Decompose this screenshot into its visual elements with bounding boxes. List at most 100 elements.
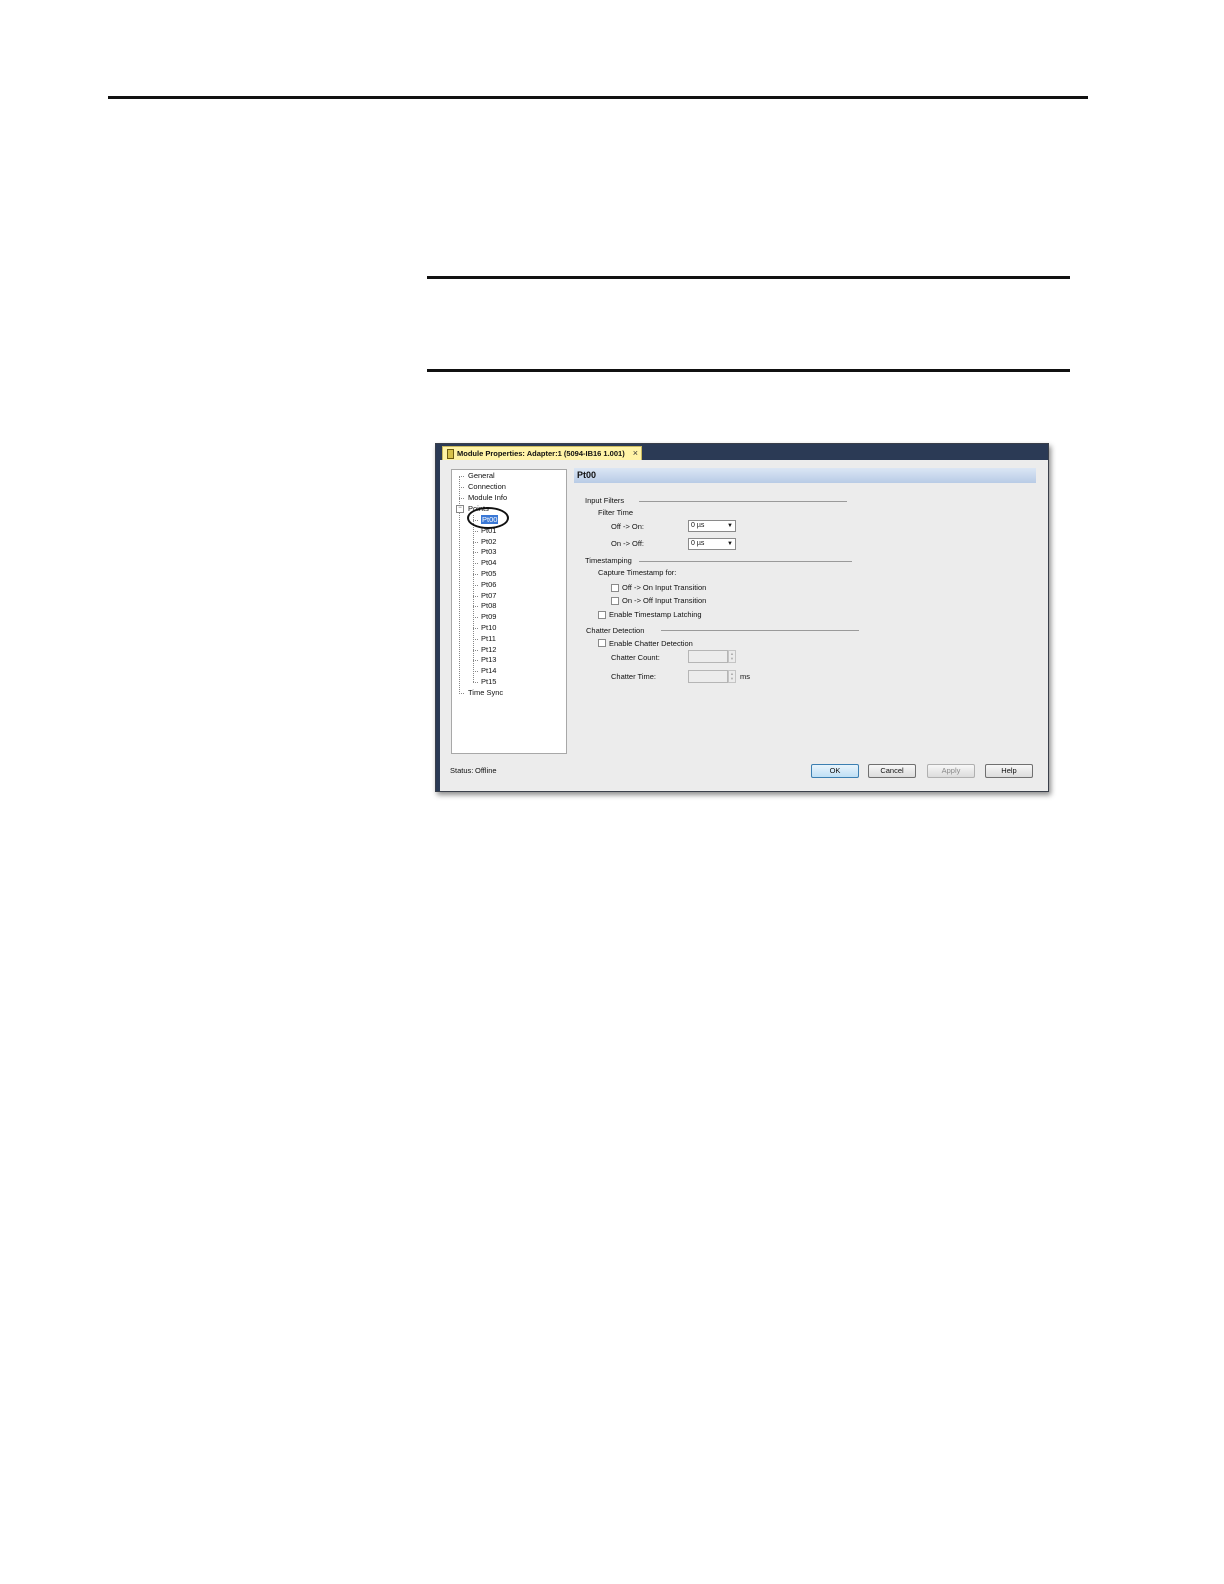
tree-connector — [473, 682, 478, 683]
group-divider — [639, 561, 852, 562]
tree-item-point-label: Pt04 — [481, 558, 497, 568]
chatter-time-label: Chatter Time: — [611, 672, 657, 681]
dropdown-arrow-icon: ▼ — [727, 541, 733, 547]
chatter-detection-checkbox[interactable] — [598, 639, 606, 647]
tree-connector — [459, 487, 464, 488]
tree-connector — [473, 606, 478, 608]
close-icon[interactable]: × — [633, 447, 638, 460]
tree-item-point-label: Pt12 — [481, 644, 497, 654]
tree-connector — [473, 671, 478, 673]
tree-item-point[interactable]: Pt13 — [481, 655, 496, 665]
dropdown-arrow-icon: ▼ — [727, 523, 733, 529]
on-off-transition-label: On -> Off Input Transition — [622, 596, 707, 605]
tree-connector — [473, 595, 478, 597]
tree-connector — [473, 617, 478, 619]
apply-button[interactable]: Apply — [927, 764, 975, 778]
chatter-count-label: Chatter Count: — [611, 653, 660, 662]
note-top-rule — [427, 276, 1070, 279]
tree-item-point-label: Pt05 — [481, 569, 497, 578]
tree-connector — [459, 476, 464, 477]
group-divider — [661, 630, 859, 631]
tree-connector — [473, 574, 478, 575]
off-on-transition-checkbox[interactable] — [611, 584, 619, 592]
dialog-tab[interactable]: Module Properties: Adapter:1 (5094-IB16 … — [442, 446, 642, 460]
module-icon — [447, 449, 454, 459]
dialog-titlebar: Module Properties: Adapter:1 (5094-IB16 … — [436, 444, 1048, 460]
on-off-filter-value: 0 µs — [691, 540, 705, 547]
tree-item-point[interactable]: Pt03 — [481, 547, 496, 557]
tree-item-point[interactable]: Pt04 — [481, 558, 496, 568]
input-filters-group-label: Input Filters — [585, 496, 625, 505]
off-on-transition-label: Off -> On Input Transition — [622, 583, 707, 592]
tree-item-point-label: Pt13 — [481, 655, 497, 665]
tree-connector — [473, 530, 478, 532]
tree-item-point-label: Pt09 — [481, 612, 497, 622]
page-top-rule — [108, 96, 1088, 99]
tree-item-module-info[interactable]: Module Info — [468, 493, 507, 503]
tree-item-point-label: Pt08 — [481, 601, 497, 611]
on-off-filter-select[interactable]: 0 µs ▼ — [688, 538, 736, 550]
tree-item-point[interactable]: Pt15 — [481, 677, 496, 687]
tree-connector — [473, 628, 478, 629]
tree-item-point-label: Pt06 — [481, 579, 497, 589]
chatter-detection-label: Enable Chatter Detection — [609, 639, 693, 648]
chatter-time-input[interactable] — [688, 670, 728, 683]
module-properties-dialog: Module Properties: Adapter:1 (5094-IB16 … — [435, 443, 1049, 792]
dialog-left-edge — [436, 460, 440, 791]
tree-item-time-sync[interactable]: Time Sync — [468, 688, 503, 698]
tree-item-connection[interactable]: Connection — [468, 482, 506, 492]
tree-item-point-label: Pt15 — [481, 677, 497, 686]
tree-connector — [473, 584, 478, 586]
tree-item-point-label: Pt03 — [481, 547, 497, 557]
chatter-count-stepper[interactable]: ▲ ▼ — [728, 650, 736, 663]
off-on-filter-select[interactable]: 0 µs ▼ — [688, 520, 736, 532]
filter-time-label: Filter Time — [598, 508, 634, 517]
tree-item-point[interactable]: Pt02 — [481, 537, 496, 547]
note-bottom-rule — [427, 369, 1070, 372]
tree-connector — [459, 498, 464, 499]
chatter-time-unit: ms — [740, 672, 750, 681]
tree-item-point[interactable]: Pt09 — [481, 612, 496, 622]
tree-item-point-label: Pt02 — [481, 536, 497, 546]
chatter-group-label: Chatter Detection — [586, 626, 645, 635]
timestamp-latching-checkbox[interactable] — [598, 611, 606, 619]
chatter-time-stepper[interactable]: ▲ ▼ — [728, 670, 736, 683]
collapse-icon[interactable]: − — [456, 505, 464, 513]
tree-connector — [473, 541, 478, 543]
tree-item-point[interactable]: Pt14 — [481, 666, 496, 676]
timestamp-latching-label: Enable Timestamp Latching — [609, 610, 702, 619]
cancel-button[interactable]: Cancel — [868, 764, 916, 778]
tree-item-point[interactable]: Pt10 — [481, 623, 496, 633]
tree-connector — [459, 693, 464, 694]
status-value: Offline — [475, 766, 497, 775]
tree-points-line — [473, 515, 474, 682]
capture-timestamp-label: Capture Timestamp for: — [598, 568, 677, 577]
chatter-count-input[interactable] — [688, 650, 728, 663]
ok-button[interactable]: OK — [811, 764, 859, 778]
tree-item-point-label: Pt14 — [481, 666, 497, 676]
off-on-filter-label: Off -> On: — [611, 522, 644, 531]
on-off-transition-checkbox[interactable] — [611, 597, 619, 605]
tree-item-point[interactable]: Pt12 — [481, 645, 496, 655]
group-divider — [639, 501, 847, 502]
tree-item-point-label: Pt11 — [481, 633, 496, 643]
tree-item-point[interactable]: Pt08 — [481, 601, 496, 611]
tree-item-point-label: Pt07 — [481, 590, 497, 600]
off-on-filter-value: 0 µs — [691, 522, 705, 529]
tree-item-point-label: Pt10 — [481, 623, 497, 632]
page-title: Pt00 — [574, 468, 1036, 483]
timestamping-group-label: Timestamping — [585, 556, 632, 565]
tree-item-point[interactable]: Pt06 — [481, 580, 496, 590]
tree-item-point[interactable]: Pt11 — [481, 634, 496, 644]
tree-connector — [473, 638, 478, 640]
tree-item-point[interactable]: Pt07 — [481, 591, 496, 601]
on-off-filter-label: On -> Off: — [611, 539, 644, 548]
tree-item-point[interactable]: Pt05 — [481, 569, 496, 579]
tree-connector — [473, 552, 478, 554]
status-label: Status: — [450, 766, 474, 775]
tree-connector — [473, 649, 478, 651]
dialog-title: Module Properties: Adapter:1 (5094-IB16 … — [457, 449, 625, 458]
help-button[interactable]: Help — [985, 764, 1033, 778]
category-tree: General Connection Module Info − Points … — [451, 469, 567, 754]
tree-item-general[interactable]: General — [468, 471, 495, 481]
